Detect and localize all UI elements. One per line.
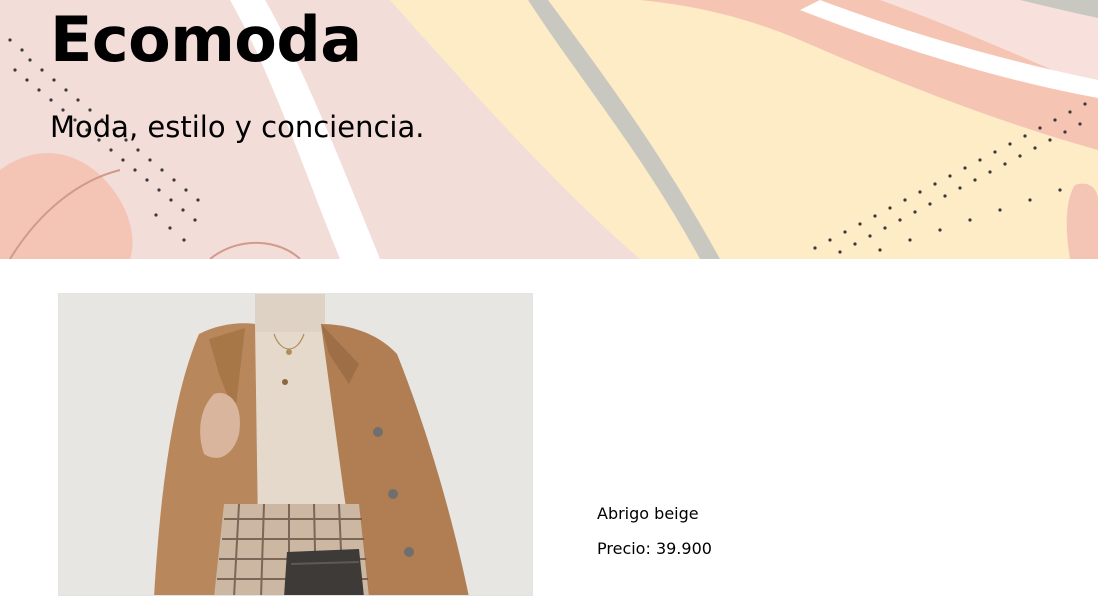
hero-banner: Ecomoda Moda, estilo y conciencia. [0,0,1098,259]
site-title: Ecomoda [50,0,362,80]
coat-photo-illustration [59,294,532,595]
site-title-bold: Eco [50,3,171,76]
product-price: Precio: 39.900 [597,539,712,558]
product-card: Abrigo beige Precio: 39.900 [0,259,1098,596]
site-title-rest: moda [170,3,362,76]
product-name: Abrigo beige [597,504,699,523]
site-tagline: Moda, estilo y conciencia. [50,110,425,144]
product-image[interactable] [58,293,533,596]
